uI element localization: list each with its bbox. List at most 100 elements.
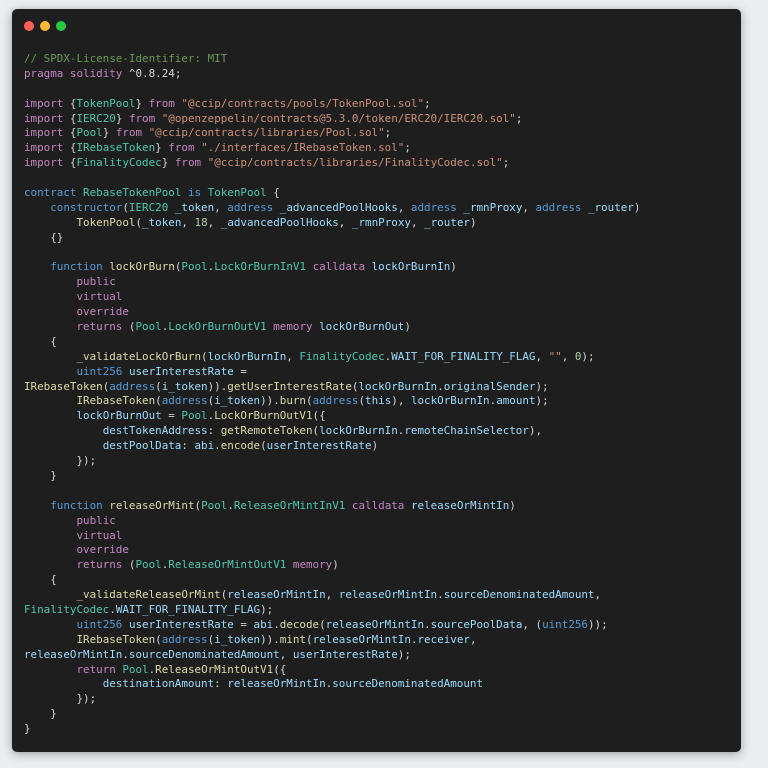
code-token: ({	[312, 409, 326, 423]
code-token: userInterestRate	[128, 617, 234, 631]
code-token: RebaseTokenPool	[83, 186, 182, 200]
code-token: ,	[469, 632, 477, 646]
code-token: {	[63, 111, 77, 125]
code-token: lockOrBurnOut	[319, 320, 405, 334]
code-token: public	[76, 513, 116, 527]
code-token: IRebaseToken	[76, 141, 156, 155]
code-token: address	[109, 379, 156, 393]
close-button[interactable]	[24, 21, 34, 31]
code-token: )	[509, 498, 516, 512]
code-line: destinationAmount: releaseOrMintIn.sourc…	[24, 677, 640, 692]
code-token: )).	[260, 394, 280, 408]
code-token: releaseOrMintIn	[227, 677, 326, 691]
code-line: }	[24, 469, 640, 484]
code-token: FinalityCodec	[299, 349, 385, 363]
code-token: ""	[548, 349, 562, 363]
code-line: public	[24, 514, 640, 529]
code-token: "@openzeppelin/contracts@5.3.0/token/ERC…	[161, 111, 516, 125]
code-token: _advancedPoolHooks	[220, 215, 339, 229]
code-token: releaseOrMintIn	[24, 647, 123, 661]
maximize-button[interactable]	[56, 21, 66, 31]
code-token: )	[332, 558, 339, 572]
code-line: import {IRebaseToken} from "./interfaces…	[24, 141, 640, 156]
code-token: address	[227, 200, 274, 214]
code-token: ^0.8.24;	[122, 66, 182, 80]
code-token: ,	[338, 215, 352, 229]
code-line: });	[24, 692, 640, 707]
code-token: ));	[587, 617, 608, 631]
code-token: pragma	[24, 66, 64, 80]
code-token: "@ccip/contracts/libraries/FinalityCodec…	[207, 156, 503, 170]
code-token: );	[581, 349, 595, 363]
code-line: IRebaseToken(address(i_token)).getUserIn…	[24, 380, 640, 395]
code-token: import	[24, 141, 64, 155]
code-token: }	[135, 96, 149, 110]
code-token: ;	[502, 156, 510, 170]
code-token: _advancedPoolHooks	[279, 200, 398, 214]
code-token: from	[148, 96, 175, 110]
code-token: mint	[279, 632, 306, 646]
code-line: {	[24, 573, 640, 588]
code-token: address	[410, 200, 457, 214]
code-token: });	[24, 454, 97, 468]
code-line: FinalityCodec.WAIT_FOR_FINALITY_FLAG);	[24, 603, 640, 618]
code-token: _token	[174, 200, 215, 214]
code-token: IERC20	[76, 111, 116, 125]
code-line: constructor(IERC20 _token, address _adva…	[24, 201, 640, 216]
code-token: destTokenAddress	[102, 424, 208, 438]
code-token: Pool	[181, 260, 208, 274]
code-token: virtual	[76, 528, 123, 542]
code-token: releaseOrMintIn	[338, 588, 438, 602]
code-token: _validateLockOrBurn	[76, 349, 202, 363]
code-line: import {FinalityCodec} from "@ccip/contr…	[24, 156, 640, 171]
code-token: contract	[24, 186, 77, 200]
code-token: :	[207, 424, 221, 438]
code-token: 18	[194, 215, 208, 229]
code-token: returns	[76, 558, 123, 572]
code-line: return Pool.ReleaseOrMintOutV1({	[24, 663, 640, 678]
code-token: {	[63, 96, 77, 110]
code-token: =	[233, 364, 247, 378]
code-line: import {IERC20} from "@openzeppelin/cont…	[24, 112, 640, 127]
code-token: lockOrBurn	[109, 260, 175, 274]
code-token: IERC20	[128, 200, 169, 214]
code-token: lockOrBurnIn	[319, 424, 398, 438]
code-line: IRebaseToken(address(i_token)).burn(addr…	[24, 394, 640, 409]
code-token: {	[63, 126, 77, 140]
code-editor[interactable]: // SPDX-License-Identifier: MIT pragma so…	[24, 52, 640, 737]
code-line: public	[24, 275, 640, 290]
code-line: _validateReleaseOrMint(releaseOrMintIn, …	[24, 588, 640, 603]
code-token: function	[50, 260, 103, 274]
code-line: _validateLockOrBurn(lockOrBurnIn, Finali…	[24, 350, 640, 365]
code-token: function	[50, 498, 103, 512]
minimize-button[interactable]	[40, 21, 50, 31]
code-token: sourcePoolData	[430, 617, 523, 631]
code-line: returns (Pool.ReleaseOrMintOutV1 memory)	[24, 558, 640, 573]
code-token: {	[24, 334, 57, 348]
window-titlebar	[12, 9, 741, 39]
code-token: from	[168, 141, 195, 155]
code-token: address	[312, 394, 359, 408]
code-token: =	[233, 617, 254, 631]
code-token: i_token	[214, 632, 261, 646]
code-token: _router	[588, 200, 634, 214]
code-token: userInterestRate	[266, 439, 372, 453]
code-token: public	[76, 275, 116, 289]
code-line: }	[24, 707, 640, 722]
code-line: // SPDX-License-Identifier: MIT	[24, 52, 640, 67]
code-line: function lockOrBurn(Pool.LockOrBurnInV1 …	[24, 260, 640, 275]
code-token: Pool	[201, 498, 228, 512]
